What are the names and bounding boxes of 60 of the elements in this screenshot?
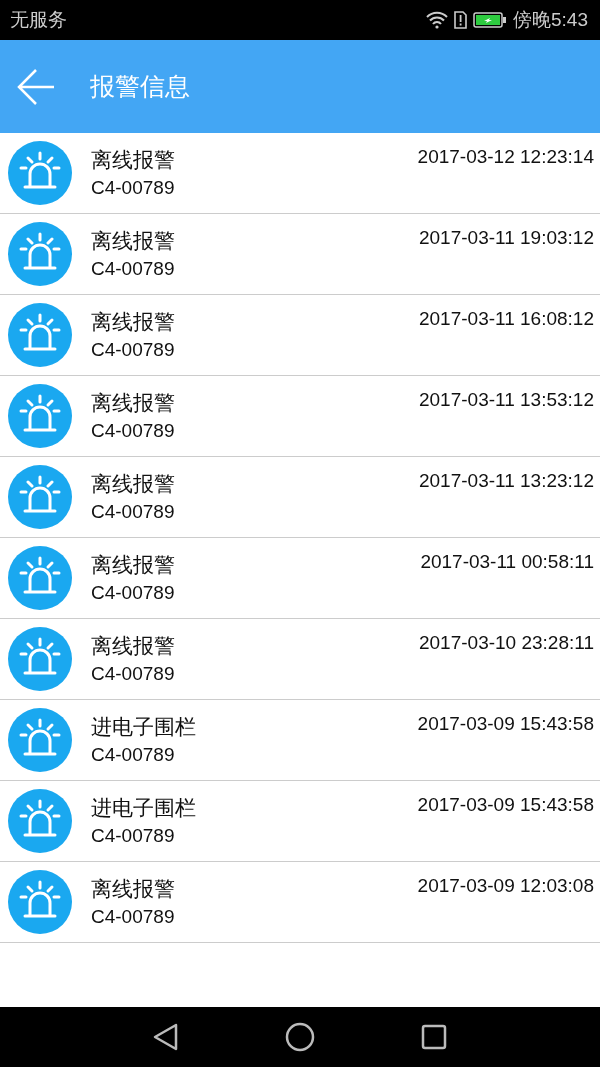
alarm-time: 2017-03-09 15:43:58 [417,794,594,816]
alarm-item[interactable]: 离线报警 C4-00789 2017-03-11 00:58:11 [0,538,600,619]
alarm-time: 2017-03-11 13:23:12 [418,470,594,492]
recent-apps-icon[interactable] [421,1024,447,1050]
device-id: C4-00789 [91,339,175,361]
alarm-title: 离线报警 [91,471,175,498]
device-id: C4-00789 [91,825,176,847]
carrier-text: 无服务 [10,7,67,32]
alarm-time: 2017-03-11 19:03:12 [418,227,594,249]
siren-icon [8,789,72,853]
alarm-item[interactable]: 离线报警 C4-00789 2017-03-12 12:23:14 [0,133,600,214]
clock-text: 傍晚5:43 [513,8,588,32]
alarm-title: 进电子围栏 [91,714,196,741]
alarm-time: 2017-03-10 23:28:11 [418,632,594,654]
alarm-title: 离线报警 [91,147,175,174]
siren-icon [8,222,72,286]
alarm-time: 2017-03-09 12:03:08 [417,875,594,897]
alarm-item[interactable]: 离线报警 C4-00789 2017-03-11 19:03:12 [0,214,600,295]
siren-icon [8,384,72,448]
device-id: C4-00789 [91,906,175,928]
alarm-item[interactable]: 进电子围栏 C4-00789 2017-03-09 15:43:58 [0,781,600,862]
device-id: C4-00789 [91,420,175,442]
device-id: C4-00789 [91,258,175,280]
siren-icon [8,708,72,772]
alarm-item[interactable]: 离线报警 C4-00789 2017-03-11 13:23:12 [0,457,600,538]
battery-icon [473,12,507,28]
alarm-title: 离线报警 [91,228,175,255]
alarm-title: 离线报警 [91,309,175,336]
siren-icon [8,870,72,934]
sim-icon [454,11,467,29]
siren-icon [8,465,72,529]
alarm-item[interactable]: 离线报警 C4-00789 2017-03-09 12:03:08 [0,862,600,943]
device-id: C4-00789 [91,582,175,604]
alarm-title: 离线报警 [91,390,175,417]
alarm-title: 离线报警 [91,633,175,660]
page-title: 报警信息 [90,71,190,103]
alarm-item[interactable]: 进电子围栏 C4-00789 2017-03-09 15:43:58 [0,700,600,781]
back-icon[interactable] [153,1023,179,1051]
alarm-title: 离线报警 [91,876,175,903]
alarm-item[interactable]: 离线报警 C4-00789 2017-03-11 13:53:12 [0,376,600,457]
alarm-item[interactable]: 离线报警 C4-00789 2017-03-10 23:28:11 [0,619,600,700]
alarm-time: 2017-03-11 00:58:11 [420,551,594,573]
siren-icon [8,303,72,367]
alarm-item[interactable]: 离线报警 C4-00789 2017-03-11 16:08:12 [0,295,600,376]
alarm-time: 2017-03-11 13:53:12 [418,389,594,411]
device-id: C4-00789 [91,177,175,199]
alarm-time: 2017-03-09 15:43:58 [417,713,594,735]
device-id: C4-00789 [91,663,175,685]
alarm-time: 2017-03-11 16:08:12 [418,308,594,330]
alarm-title: 进电子围栏 [91,795,196,822]
siren-icon [8,141,72,205]
siren-icon [8,627,72,691]
home-icon[interactable] [285,1022,315,1052]
alarm-title: 离线报警 [91,552,175,579]
wifi-icon [426,11,448,29]
device-id: C4-00789 [91,501,175,523]
siren-icon [8,546,72,610]
device-id: C4-00789 [91,744,176,766]
alarm-time: 2017-03-12 12:23:14 [417,146,594,168]
back-arrow-icon[interactable] [16,66,56,107]
